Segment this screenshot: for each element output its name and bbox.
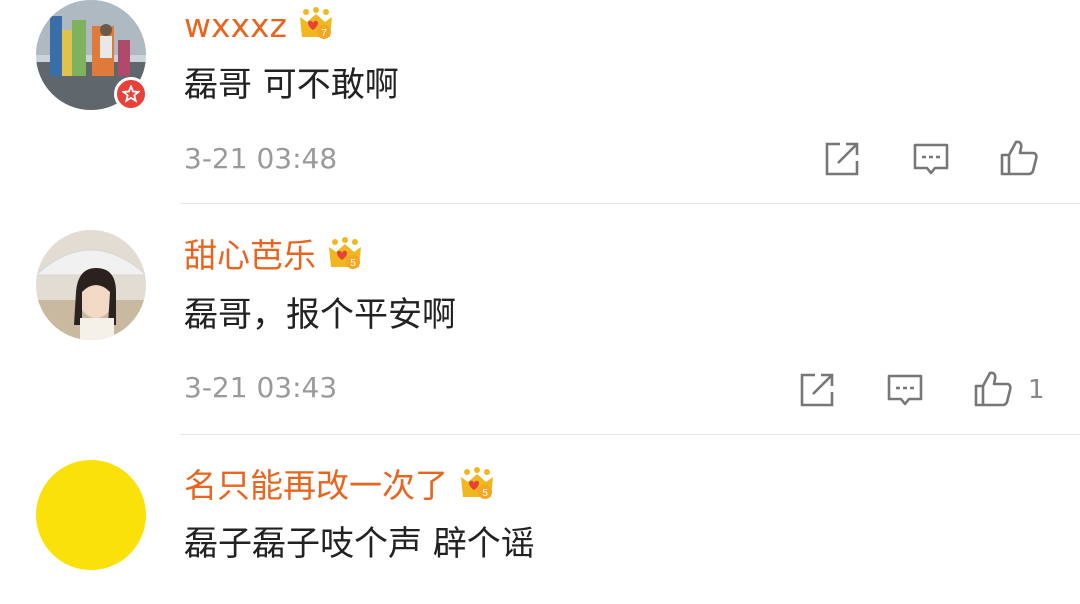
vip-level: 5 — [482, 488, 488, 499]
repost-button[interactable] — [797, 370, 837, 410]
vip-level: 7 — [321, 28, 327, 39]
share-square-icon — [800, 373, 834, 407]
like-button[interactable] — [999, 138, 1039, 178]
like-button[interactable] — [973, 369, 1013, 409]
username-text: wxxxz — [184, 6, 287, 45]
comment-item: 甜心芭乐 5 磊哥，报个平安啊 3-21 03:43 1 — [0, 204, 1080, 434]
verified-badge-icon — [114, 77, 148, 111]
username[interactable]: wxxxz 7 — [184, 4, 335, 48]
thumbs-up-icon — [974, 371, 1012, 407]
comment-text: 磊哥，报个平安啊 — [184, 295, 456, 335]
vip-level: 5 — [350, 258, 356, 269]
vip-crown-icon: 5 — [326, 237, 364, 275]
vip-crown-icon: 7 — [297, 7, 335, 45]
comment-time: 3-21 03:48 — [184, 142, 338, 175]
avatar[interactable] — [36, 230, 146, 340]
share-square-icon — [825, 142, 859, 176]
username-text: 名只能再改一次了 — [184, 466, 448, 505]
username[interactable]: 名只能再改一次了 5 — [184, 464, 496, 508]
comment-button[interactable] — [911, 139, 951, 179]
repost-button[interactable] — [822, 139, 862, 179]
username-text: 甜心芭乐 — [184, 236, 316, 275]
username[interactable]: 甜心芭乐 5 — [184, 234, 364, 278]
vip-crown-icon: 5 — [458, 467, 496, 505]
like-count: 1 — [1028, 375, 1045, 405]
comment-item: 名只能再改一次了 5 磊子磊子吱个声 辟个谣 — [0, 435, 1080, 604]
avatar[interactable] — [36, 460, 146, 570]
comment-text: 磊哥 可不敢啊 — [184, 65, 399, 105]
comment-button[interactable] — [885, 370, 925, 410]
thumbs-up-icon — [1000, 140, 1038, 176]
comment-bubble-icon — [887, 374, 923, 406]
comment-item: wxxxz 7 磊哥 可不敢啊 3-21 03:48 — [0, 0, 1080, 204]
comment-time: 3-21 03:43 — [184, 371, 338, 404]
comment-bubble-icon — [913, 143, 949, 175]
comment-text: 磊子磊子吱个声 辟个谣 — [184, 524, 535, 564]
